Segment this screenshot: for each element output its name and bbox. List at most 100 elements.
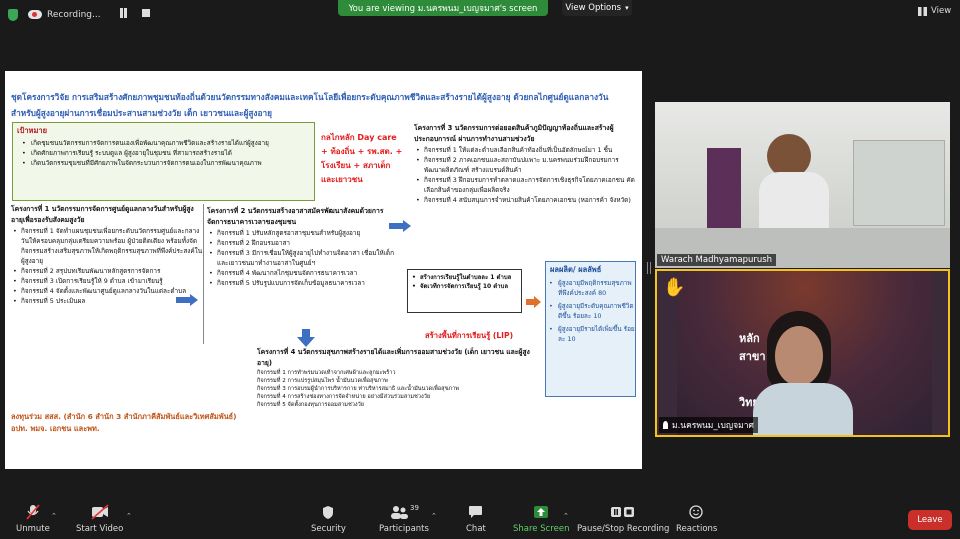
- video-tile-nakhonphanom[interactable]: ✋ หลัก สาขา วิทย ม.นครพนม_เบญจมาศ: [655, 269, 950, 437]
- outcome-item: ผู้สูงอายุมีพฤติกรรมสุขภาพที่พึงค์ประสงค…: [549, 278, 635, 298]
- pause-recording-icon[interactable]: [118, 8, 129, 18]
- project-4-activity: กิจกรรมที่ 3 การอบรมผู้นำการบริหารกาย ท่…: [257, 386, 459, 392]
- project-4-title: โครงการที่ 4 นวัตกรรมสุขภาพสร้างรายได้แล…: [257, 348, 530, 367]
- reactions-label: Reactions: [676, 524, 718, 534]
- backdrop-text: สาขา: [739, 350, 766, 363]
- project-2-activity: กิจกรรมที่ 1 ปรับหลักสูตรอาสาชุมชนสำหรับ…: [209, 228, 402, 238]
- arrow-right-icon: [389, 217, 411, 232]
- people-icon: 39: [389, 504, 419, 520]
- project-4-activity: กิจกรรมที่ 1 การทำพรมนวดเท้าจากเศษผ้าและ…: [257, 370, 396, 376]
- cabinet: [853, 140, 945, 226]
- project-3-block: โครงการที่ 3 นวัตกรรมการต่อยอดสินค้าภูมิ…: [414, 123, 636, 205]
- pin-icon: [663, 421, 668, 429]
- pause-stop-recording-label: Pause/Stop Recording: [577, 524, 670, 534]
- learning-box: สร้างการเรียนรู้ในตำบลละ 1 ตำบล จัดเวทีก…: [407, 269, 522, 313]
- leave-button[interactable]: Leave: [908, 510, 952, 530]
- lip-label: สร้างพื้นที่การเรียนรู้ (LIP): [425, 331, 514, 340]
- goal-box: เป้าหมาย เกิดชุมชนนวัตกรรมการจัดการตนเอง…: [12, 122, 315, 201]
- project-3-activity: กิจกรรมที่ 4 สนับสนุนการจำหน่ายสินค้าโดย…: [416, 195, 636, 205]
- view-button[interactable]: View: [918, 6, 951, 16]
- meeting-toolbar: Unmute ⌃ Start Video ⌃ Security 39 Parti…: [0, 500, 960, 539]
- learning-item: สร้างการเรียนรู้ในตำบลละ 1 ตำบล: [412, 273, 519, 282]
- project-1-title: โครงการที่ 1 นวัตกรรมการจัดการศูนย์ดูแลก…: [11, 205, 194, 224]
- project-1-block: โครงการที่ 1 นวัตกรรมการจัดการศูนย์ดูแลก…: [11, 204, 203, 306]
- project-3-activity: กิจกรรมที่ 3 ฝึกอบรมการทำตลาดและการจัดกา…: [416, 175, 636, 195]
- backdrop-text: หลัก: [739, 332, 760, 345]
- grid-view-icon: [918, 6, 927, 16]
- goal-item: เกิดนวัตกรรมชุมชนที่มีศักยภาพในจัดกระบวน…: [22, 158, 314, 168]
- chevron-up-icon[interactable]: ⌃: [563, 512, 569, 520]
- smiley-plus-icon: [689, 504, 705, 520]
- participant-name-label: Warach Madhyamapurush: [657, 254, 777, 266]
- participant-name-label: ม.นครพนม_เบญจมาศ: [659, 417, 758, 433]
- chevron-up-icon[interactable]: ⌃: [51, 512, 57, 520]
- project-2-title: โครงการที่ 2 นวัตกรรมสร้างอาสาสมัครพัฒนา…: [207, 207, 384, 226]
- chevron-up-icon[interactable]: ⌃: [126, 512, 132, 520]
- video-tile-warach[interactable]: Warach Madhyamapurush: [655, 102, 950, 268]
- unmute-label: Unmute: [16, 524, 50, 534]
- participant-name: Warach Madhyamapurush: [661, 255, 773, 265]
- recording-label: Recording...: [47, 9, 101, 20]
- viewing-screen-banner: You are viewing ม.นครพนม_เบญจมาศ's scree…: [338, 0, 548, 16]
- project-4-block: โครงการที่ 4 นวัตกรรมสุขภาพสร้างรายได้แล…: [257, 347, 535, 409]
- chat-bubble-icon: [468, 504, 483, 520]
- arrow-right-icon: [526, 293, 542, 308]
- participant-name: ม.นครพนม_เบญจมาศ: [672, 421, 754, 431]
- project-2-activity: กิจกรรมที่ 4 พัฒนากลไกชุมชนจัดการธนาคารเ…: [209, 268, 402, 278]
- project-1-activity: กิจกรรมที่ 3 เปิดการเรียนรู้ให้ 9 ตำบล เ…: [13, 276, 203, 286]
- participants-count: 39: [410, 504, 419, 512]
- arrow-right-icon: [176, 291, 198, 306]
- share-screen-button[interactable]: Share Screen: [513, 504, 569, 534]
- security-button[interactable]: Security: [311, 504, 346, 534]
- view-label: View: [931, 6, 952, 16]
- goal-item: เกิดศักยภาพการเรียนรู้ ระบบดูแล ผู้สูงอา…: [22, 148, 314, 158]
- project-4-activity: กิจกรรมที่ 5 จัดตั้งกองทุนการออมสามช่วงว…: [257, 402, 365, 408]
- project-3-title: โครงการที่ 3 นวัตกรรมการต่อยอดสินค้าภูมิ…: [414, 124, 614, 143]
- shared-screen-slide: ชุดโครงการวิจัย การเสริมสร้างศักยภาพชุมช…: [5, 71, 642, 469]
- panel-resize-handle[interactable]: [647, 262, 651, 274]
- column-divider: [203, 204, 204, 344]
- goal-title: เป้าหมาย: [17, 126, 48, 135]
- meeting-top-bar: Recording... You are viewing ม.นครพนม_เบ…: [0, 0, 960, 27]
- chat-button[interactable]: Chat: [466, 504, 486, 534]
- cloud-recording-icon: [28, 10, 42, 19]
- project-2-block: โครงการที่ 2 นวัตกรรมสร้างอาสาสมัครพัฒนา…: [207, 206, 402, 288]
- pause-stop-icon: [610, 504, 636, 520]
- stop-recording-icon[interactable]: [142, 9, 150, 17]
- start-video-button[interactable]: Start Video: [76, 504, 123, 534]
- partners-note: ลงทุนร่วม สสส. (สำนัก 6 สำนัก 3 สำนักภาค…: [11, 412, 237, 433]
- project-2-activity: กิจกรรมที่ 5 ปรับรูปแบบการจัดเก็บข้อมูลธ…: [209, 278, 402, 288]
- hand-raised-icon: ✋: [663, 277, 686, 298]
- project-1-activity: กิจกรรมที่ 2 สรุปบทเรียนพัฒนาหลักสูตรการ…: [13, 266, 203, 276]
- project-3-activity: กิจกรรมที่ 1 ให้แต่ละตำบลเลือกสินค้าท้อง…: [416, 145, 636, 155]
- start-video-label: Start Video: [76, 524, 124, 534]
- mechanism-note: กลไกหลัก Day care + ท้องถิ่น + รพ.สต. + …: [321, 133, 403, 184]
- chat-label: Chat: [466, 524, 486, 534]
- learning-item: จัดเวทีการจัดการเรียนรู้ 10 ตำบล: [412, 282, 519, 291]
- participants-button[interactable]: 39 Participants: [379, 504, 429, 534]
- share-screen-label: Share Screen: [513, 524, 570, 534]
- outcome-box: ผลผลิต/ ผลลัพธ์ ผู้สูงอายุมีพฤติกรรมสุขภ…: [545, 261, 636, 397]
- goal-item: เกิดชุมชนนวัตกรรมการจัดการตนเองเพื่อพัฒน…: [22, 138, 314, 148]
- outcome-item: ผู้สูงอายุมีระดับคุณภาพชีวิตดีขึ้น ร้อยล…: [549, 301, 635, 321]
- security-label: Security: [311, 524, 346, 534]
- chevron-up-icon[interactable]: ⌃: [431, 512, 437, 520]
- project-2-activity: กิจกรรมที่ 3 มีการเชื่อมให้ผู้สูงอายุไปท…: [209, 248, 402, 268]
- participants-label: Participants: [379, 524, 429, 534]
- shield-icon: [322, 504, 334, 520]
- chevron-down-icon: ▾: [625, 4, 629, 12]
- unmute-button[interactable]: Unmute: [16, 504, 50, 534]
- recording-indicator[interactable]: Recording...: [8, 6, 101, 23]
- person-face: [775, 326, 823, 386]
- slide-headline: ชุดโครงการวิจัย การเสริมสร้างศักยภาพชุมช…: [11, 92, 609, 118]
- view-options-button[interactable]: View Options ▾: [562, 0, 632, 16]
- outcome-title: ผลผลิต/ ผลลัพธ์: [550, 265, 602, 274]
- shield-icon: [8, 8, 18, 21]
- project-3-activity: กิจกรรมที่ 2 ภาคเอกชนและสถาบันปแพาะ ม.นค…: [416, 155, 636, 175]
- project-4-activity: กิจกรรมที่ 2 การแปรรูปสมุนไพร น้ำมันนวดเ…: [257, 378, 388, 384]
- project-1-activity: กิจกรรมที่ 1 จัดทำแผนชุมชนเพื่อยกระดับนว…: [13, 226, 203, 266]
- pause-stop-recording-button[interactable]: Pause/Stop Recording: [577, 504, 669, 534]
- arrow-down-icon: [297, 329, 315, 347]
- reactions-button[interactable]: Reactions: [676, 504, 717, 534]
- microphone-muted-icon: [26, 504, 40, 520]
